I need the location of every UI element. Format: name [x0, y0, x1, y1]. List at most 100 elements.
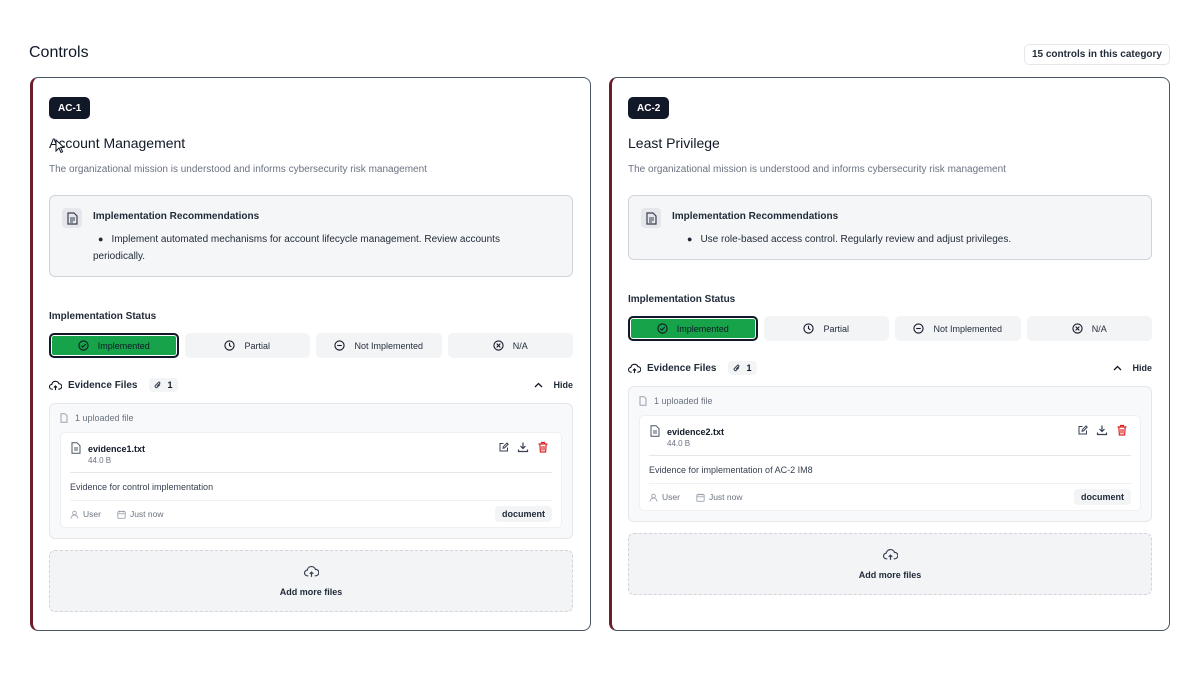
- recommendation-text: Implement automated mechanisms for accou…: [93, 234, 500, 262]
- clock-icon: [224, 340, 236, 351]
- mouse-cursor-icon: [55, 139, 65, 154]
- status-label: Implementation Status: [49, 311, 157, 322]
- add-files-dropzone[interactable]: Add more files: [49, 550, 573, 612]
- download-button[interactable]: [517, 441, 529, 453]
- chevron-up-icon: [535, 382, 543, 388]
- uploaded-count: 1 uploaded file: [639, 396, 713, 406]
- paperclip-icon: [734, 364, 740, 372]
- user-icon: [70, 510, 79, 519]
- divider: [70, 500, 552, 501]
- control-title: Least Privilege: [628, 135, 720, 151]
- status-option-label: Not Implemented: [933, 323, 1003, 334]
- status-na-button[interactable]: N/A: [447, 333, 573, 358]
- paperclip-icon: [155, 381, 161, 389]
- recommendations-panel: Implementation Recommendations ● Use role…: [628, 195, 1152, 260]
- file-user: User: [83, 509, 101, 519]
- file-type-tag: document: [494, 506, 552, 522]
- recommendation-item: ● Use role-based access control. Regularl…: [687, 231, 1137, 248]
- minus-circle-icon: [913, 323, 925, 334]
- file-user: User: [662, 492, 680, 502]
- file-icon: [60, 413, 68, 423]
- file-size: 44.0 B: [667, 439, 691, 448]
- edit-button[interactable]: [499, 442, 509, 452]
- x-circle-icon: [493, 340, 504, 351]
- delete-button[interactable]: [537, 441, 549, 453]
- status-option-label: Not Implemented: [354, 340, 424, 351]
- status-option-label: N/A: [512, 340, 528, 351]
- document-icon: [62, 208, 82, 228]
- status-option-label: Partial: [244, 340, 270, 351]
- calendar-icon: [117, 510, 126, 519]
- edit-icon: [1078, 425, 1088, 435]
- status-not-implemented-button[interactable]: Not Implemented: [895, 316, 1021, 341]
- status-option-label: Partial: [823, 323, 849, 334]
- add-files-dropzone[interactable]: Add more files: [628, 533, 1152, 595]
- user-icon: [649, 493, 658, 502]
- control-id-badge: AC-2: [628, 97, 670, 119]
- x-circle-icon: [1072, 323, 1083, 334]
- hide-label: Hide: [553, 380, 573, 390]
- delete-button[interactable]: [1116, 424, 1128, 436]
- recommendations-title: Implementation Recommendations: [672, 211, 839, 222]
- chevron-up-icon: [1114, 365, 1122, 371]
- evidence-count-badge: 1: [728, 361, 757, 375]
- file-time: Just now: [129, 509, 164, 519]
- file-card: evidence1.txt 44.0 B Evidence for contro…: [60, 432, 562, 528]
- file-type-tag: document: [1073, 489, 1131, 505]
- recommendations-panel: Implementation Recommendations ● Implemen…: [49, 195, 573, 277]
- status-not-implemented-button[interactable]: Not Implemented: [316, 333, 442, 358]
- divider: [70, 472, 552, 473]
- trash-icon: [1117, 424, 1127, 436]
- bullet-icon: ●: [98, 234, 104, 244]
- file-icon: [639, 396, 647, 406]
- status-na-button[interactable]: N/A: [1026, 316, 1152, 341]
- add-files-label: Add more files: [858, 570, 922, 580]
- status-implemented-button[interactable]: Implemented: [628, 316, 758, 341]
- file-name: evidence2.txt: [667, 427, 725, 437]
- status-option-label: N/A: [1091, 323, 1107, 334]
- page-title: Controls: [29, 44, 89, 61]
- file-note: Evidence for implementation of AC-2 IM8: [649, 465, 813, 475]
- edit-icon: [499, 442, 509, 452]
- control-description: The organizational mission is understood…: [628, 164, 1006, 175]
- hide-evidence-button[interactable]: Hide: [534, 380, 573, 390]
- hide-label: Hide: [1132, 363, 1152, 373]
- file-card: evidence2.txt 44.0 B Evidence for implem…: [639, 415, 1141, 511]
- uploaded-label: 1 uploaded file: [654, 396, 713, 406]
- document-icon: [641, 208, 661, 228]
- uploaded-label: 1 uploaded file: [75, 413, 134, 423]
- check-circle-icon: [657, 323, 668, 334]
- hide-evidence-button[interactable]: Hide: [1113, 363, 1152, 373]
- cloud-upload-icon: [303, 566, 319, 577]
- recommendation-item: ● Implement automated mechanisms for acco…: [93, 231, 543, 265]
- status-label: Implementation Status: [628, 294, 736, 305]
- file-meta: User Just now: [70, 509, 164, 519]
- status-selector: Implemented Partial Not Implemented N/A: [49, 333, 573, 358]
- file-time: Just now: [708, 492, 743, 502]
- check-circle-icon: [78, 340, 89, 351]
- divider: [649, 483, 1131, 484]
- file-meta: User Just now: [649, 492, 743, 502]
- control-description: The organizational mission is understood…: [49, 164, 427, 175]
- download-button[interactable]: [1096, 424, 1108, 436]
- status-option-label: Implemented: [676, 323, 729, 334]
- status-option-label: Implemented: [97, 340, 150, 351]
- calendar-icon: [696, 493, 705, 502]
- cloud-upload-icon: [628, 363, 641, 373]
- evidence-count-badge: 1: [149, 378, 178, 392]
- status-partial-button[interactable]: Partial: [184, 333, 310, 358]
- download-icon: [517, 442, 529, 453]
- evidence-files-panel: 1 uploaded file evidence1.txt 44.0 B Evi…: [49, 403, 573, 539]
- clock-icon: [803, 323, 815, 334]
- file-actions: [499, 441, 549, 453]
- evidence-header: Evidence Files 1 Hide: [628, 360, 1152, 376]
- control-id-badge: AC-1: [49, 97, 91, 119]
- status-partial-button[interactable]: Partial: [763, 316, 889, 341]
- cloud-upload-icon: [49, 380, 62, 390]
- bullet-icon: ●: [687, 234, 693, 244]
- evidence-title: Evidence Files: [68, 379, 138, 391]
- add-files-label: Add more files: [279, 587, 343, 597]
- evidence-files-panel: 1 uploaded file evidence2.txt 44.0 B Evi…: [628, 386, 1152, 522]
- status-implemented-button[interactable]: Implemented: [49, 333, 179, 358]
- edit-button[interactable]: [1078, 425, 1088, 435]
